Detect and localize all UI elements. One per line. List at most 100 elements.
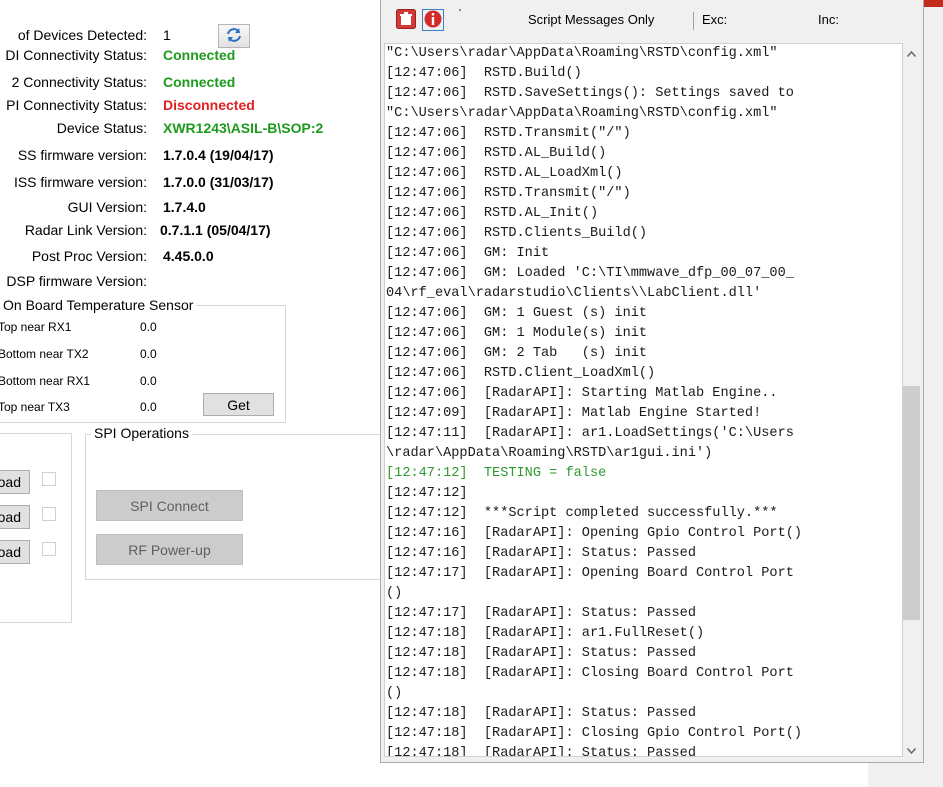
temperature-sensor-value: 0.0 [140,320,157,334]
script-messages-filter[interactable]: Script Messages Only [528,12,654,27]
refresh-button[interactable] [218,24,250,48]
log-line: () [386,586,403,601]
include-filter-label: Inc: [818,12,839,27]
device-info-label: Radar Link Version: [24,222,147,238]
temperature-sensor-label: Bottom near RX1 [0,374,91,388]
spi-operations-title: SPI Operations [91,425,192,441]
load-button[interactable]: oad [0,470,30,494]
log-line: [12:47:16] [RadarAPI]: Opening Gpio Cont… [386,526,803,541]
device-info-label: of Devices Detected: [17,27,147,43]
log-line: [12:47:06] RSTD.SaveSettings(): Settings… [386,86,794,101]
log-line: [12:47:12] ***Script completed successfu… [386,506,778,521]
log-line: [12:47:06] [RadarAPI]: Starting Matlab E… [386,386,778,401]
device-info-value: 1.7.0.0 (31/03/17) [163,174,274,190]
log-line: 04\rf_eval\radarstudio\Clients\\LabClien… [386,286,762,301]
device-info-value: 0.7.1.1 (05/04/17) [160,222,271,238]
spi-connect-button[interactable]: SPI Connect [96,490,243,521]
log-line: [12:47:06] RSTD.AL_Build() [386,146,607,161]
refresh-icon [225,27,243,46]
script-toolbar: ' Script Messages Only Exc: Inc: [381,0,923,40]
device-info-value: Disconnected [163,97,255,113]
device-info-value: 1 [163,27,171,43]
load-button[interactable]: oad [0,540,30,564]
scroll-up-icon [906,44,917,60]
device-info-label: DI Connectivity Status: [5,47,147,63]
log-line: "C:\Users\radar\AppData\Roaming\RSTD\con… [386,46,778,61]
device-info-value: Connected [163,47,236,63]
log-line: [12:47:17] [RadarAPI]: Opening Board Con… [386,566,794,581]
log-line: [12:47:06] RSTD.Transmit("/") [386,186,631,201]
rf-power-up-button[interactable]: RF Power-up [96,534,243,565]
toolbar-mark: ' [459,8,461,19]
log-line: [12:47:06] GM: 1 Module(s) init [386,326,648,341]
log-line: [12:47:18] [RadarAPI]: Status: Passed [386,746,696,757]
script-log[interactable]: "C:\Users\radar\AppData\Roaming\RSTD\con… [384,43,903,757]
scroll-up-button[interactable] [903,43,920,60]
get-temperature-button[interactable]: Get [203,393,274,416]
load-checkbox[interactable] [42,507,56,521]
script-output-window: ' Script Messages Only Exc: Inc: "C:\Use… [380,0,924,763]
device-info-label: GUI Version: [67,199,147,215]
device-info-row: GUI Version: [0,197,147,217]
log-line: [12:47:06] RSTD.Transmit("/") [386,126,631,141]
device-panel: of Devices Detected: 1 DI Connectivity Sta… [0,0,380,787]
log-line: [12:47:12] TESTING = false [386,466,607,481]
temperature-sensor-value: 0.0 [140,374,157,388]
device-info-value: 1.7.4.0 [163,199,206,215]
log-line: [12:47:18] [RadarAPI]: Status: Passed [386,646,696,661]
temperature-group-title: On Board Temperature Sensor [0,297,197,313]
log-line: [12:47:18] [RadarAPI]: Status: Passed [386,706,696,721]
scroll-down-button[interactable] [903,740,920,757]
temperature-sensor-value: 0.0 [140,347,157,361]
device-info-label: SS firmware version: [17,147,147,163]
log-line: [12:47:06] RSTD.Clients_Build() [386,226,648,241]
exclude-filter-label: Exc: [702,12,728,27]
log-line: [12:47:12] [386,486,468,501]
log-line: [12:47:06] GM: 1 Guest (s) init [386,306,648,321]
clear-output-button[interactable] [396,8,416,32]
device-info-label: ISS firmware version: [13,174,147,190]
log-line: [12:47:06] RSTD.AL_Init() [386,206,599,221]
device-info-row: PI Connectivity Status: [0,95,147,115]
device-info-row: Post Proc Version: [0,246,147,266]
close-window-button[interactable] [924,0,943,7]
scrollbar-thumb[interactable] [903,385,920,620]
log-line: [12:47:18] [RadarAPI]: ar1.FullReset() [386,626,705,641]
log-line: [12:47:09] [RadarAPI]: Matlab Engine Sta… [386,406,762,421]
temperature-sensor-label: Top near RX1 [0,320,72,334]
device-info-value: Connected [163,74,236,90]
clear-icon [396,8,416,32]
temperature-sensor-value: 0.0 [140,400,157,414]
log-line: () [386,686,403,701]
log-line: [12:47:16] [RadarAPI]: Status: Passed [386,546,696,561]
device-info-label: 2 Connectivity Status: [11,74,147,90]
device-info-label: DSP firmware Version: [6,273,147,289]
log-line: [12:47:06] RSTD.Client_LoadXml() [386,366,656,381]
device-info-row: 2 Connectivity Status: [0,72,147,92]
info-icon [424,10,442,31]
log-line: [12:47:06] RSTD.Build() [386,66,582,81]
device-info-value: 1.7.0.4 (19/04/17) [163,147,274,163]
scroll-down-icon [906,741,917,757]
load-checkbox[interactable] [42,542,56,556]
device-info-row: DSP firmware Version: [0,271,147,291]
load-checkbox[interactable] [42,472,56,486]
script-log-lines: "C:\Users\radar\AppData\Roaming\RSTD\con… [386,44,902,757]
log-line: "C:\Users\radar\AppData\Roaming\RSTD\con… [386,106,778,121]
device-info-row: Radar Link Version: [0,220,147,240]
device-info-value: 4.45.0.0 [163,248,214,264]
device-info-label: PI Connectivity Status: [6,97,147,113]
device-info-row: ISS firmware version: [0,172,147,192]
device-info-value: XWR1243\ASIL-B\SOP:2 [163,120,324,136]
log-line: [12:47:17] [RadarAPI]: Status: Passed [386,606,696,621]
temperature-sensor-label: Top near TX3 [0,400,70,414]
log-line: [12:47:18] [RadarAPI]: Closing Board Con… [386,666,794,681]
load-button[interactable]: oad [0,505,30,529]
log-scrollbar[interactable] [903,43,920,757]
log-line: [12:47:06] RSTD.AL_LoadXml() [386,166,623,181]
log-line: [12:47:18] [RadarAPI]: Closing Gpio Cont… [386,726,803,741]
device-info-label: Device Status: [56,120,147,136]
temperature-sensor-label: Bottom near TX2 [0,347,89,361]
info-button[interactable] [422,9,444,31]
log-line: [12:47:06] GM: 2 Tab (s) init [386,346,648,361]
